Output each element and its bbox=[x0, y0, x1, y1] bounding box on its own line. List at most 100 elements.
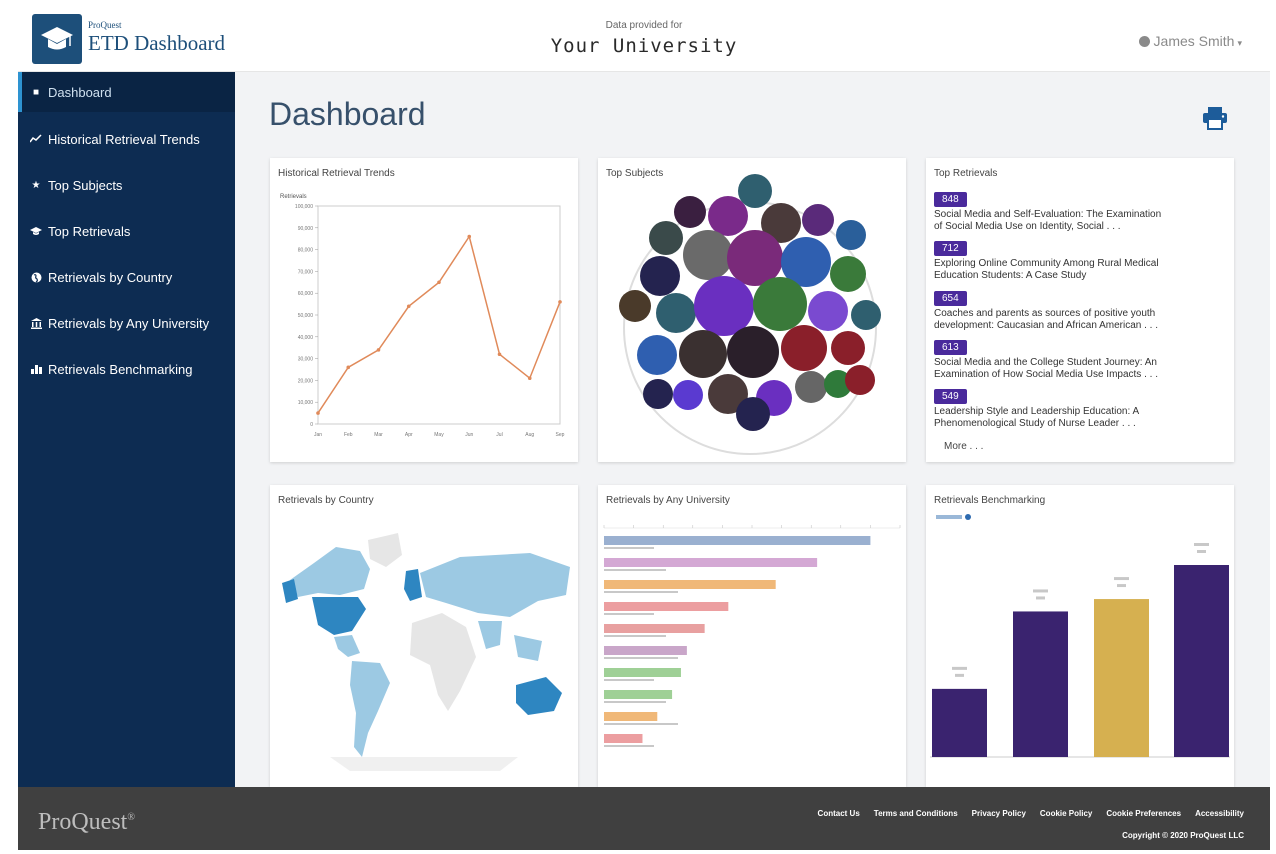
footer-link-cookie-preferences[interactable]: Cookie Preferences bbox=[1106, 809, 1181, 818]
retrievals-by-country-card[interactable]: Retrievals by Country bbox=[270, 485, 578, 787]
trend-line bbox=[317, 234, 561, 414]
university-bar bbox=[604, 646, 687, 655]
benchmark-bar bbox=[1174, 565, 1229, 757]
benchmark-bar-value bbox=[1197, 550, 1206, 553]
horizontal-bar-chart bbox=[603, 525, 901, 747]
subject-bubble bbox=[679, 330, 727, 378]
sidebar-item-label: Retrievals by Country bbox=[48, 269, 173, 285]
map-region-eurasia bbox=[420, 553, 570, 617]
dashboard-icon: ■ bbox=[32, 86, 40, 98]
retrieval-title-line: Exploring Online Community Among Rural M… bbox=[934, 258, 1159, 269]
footer-link-cookie-policy[interactable]: Cookie Policy bbox=[1040, 809, 1092, 818]
footer-link-contact[interactable]: Contact Us bbox=[818, 809, 860, 818]
retrieval-title-line: Social Media and the College Student Jou… bbox=[934, 357, 1157, 368]
sidebar-item-top-subjects[interactable]: ★ Top Subjects bbox=[18, 162, 235, 208]
more-link[interactable]: More . . . bbox=[944, 441, 983, 452]
university-bar-label bbox=[604, 657, 678, 659]
retrieval-item[interactable]: 654 Coaches and parents as sources of po… bbox=[934, 288, 1224, 332]
footer-link-terms[interactable]: Terms and Conditions bbox=[874, 809, 958, 818]
subject-bubble bbox=[656, 293, 696, 333]
page-title: Dashboard bbox=[269, 96, 426, 132]
sidebar-item-label: Historical Retrieval Trends bbox=[48, 131, 200, 147]
map-region-uk bbox=[404, 569, 422, 601]
retrieval-title-line: Coaches and parents as sources of positi… bbox=[934, 308, 1156, 319]
retrieval-title-line: Phenomenological Study of Nurse Leader .… bbox=[934, 418, 1136, 429]
x-tick-label: May bbox=[434, 432, 444, 438]
map-region-usa bbox=[312, 597, 366, 635]
benchmark-bar-value bbox=[955, 673, 964, 677]
retrieval-item[interactable]: 613 Social Media and the College Student… bbox=[934, 337, 1224, 381]
sidebar-item-retrievals-benchmarking[interactable]: Retrievals Benchmarking bbox=[18, 346, 235, 392]
subject-bubble bbox=[643, 379, 673, 409]
benchmark-bar bbox=[932, 688, 987, 757]
footer-links: Contact Us Terms and Conditions Privacy … bbox=[818, 809, 1244, 818]
benchmark-bar-chart bbox=[930, 514, 1230, 758]
user-name: James Smith bbox=[1153, 33, 1235, 49]
map-region-india bbox=[478, 621, 502, 649]
footer-brand: ProQuest® bbox=[38, 809, 135, 835]
trend-point bbox=[558, 300, 562, 304]
retrieval-count-badge: 654 bbox=[934, 291, 967, 306]
sidebar-item-historical-retrieval-trends[interactable]: Historical Retrieval Trends bbox=[18, 116, 235, 162]
university-icon bbox=[30, 317, 42, 329]
university-bar bbox=[604, 668, 681, 677]
retrieval-title-line: development: Caucasian and African Ameri… bbox=[934, 320, 1159, 331]
retrievals-by-university-card[interactable]: Retrievals by Any University bbox=[598, 485, 906, 787]
subject-bubble bbox=[637, 335, 677, 375]
sidebar-item-dashboard[interactable]: ■ Dashboard bbox=[18, 72, 235, 112]
historical-trends-card[interactable]: Historical Retrieval Trends Retrievals 0 1… bbox=[270, 158, 578, 462]
bubble-chart bbox=[619, 174, 881, 455]
university-bar-label bbox=[604, 547, 654, 549]
benchmark-bar-label bbox=[952, 666, 967, 670]
y-axis-label: Retrievals bbox=[280, 194, 307, 200]
retrieval-item[interactable]: 848 Social Media and Self-Evaluation: Th… bbox=[934, 189, 1224, 233]
subject-bubble bbox=[781, 325, 827, 371]
university-bar bbox=[604, 602, 729, 611]
subject-bubble bbox=[836, 220, 866, 250]
plot-frame bbox=[317, 205, 561, 425]
university-bar bbox=[604, 580, 776, 589]
benchmark-bar-value bbox=[1036, 596, 1045, 600]
subject-bubble bbox=[708, 196, 748, 236]
retrieval-item[interactable]: 549 Leadership Style and Leadership Educ… bbox=[934, 386, 1224, 430]
subject-bubble bbox=[851, 300, 881, 330]
subject-bubble bbox=[802, 204, 834, 236]
top-subjects-card[interactable]: Top Subjects bbox=[598, 158, 906, 462]
retrieval-title-line: Education Students: A Case Study bbox=[934, 270, 1087, 281]
card-title: Top Retrievals bbox=[934, 168, 998, 179]
y-tick-label: 0 bbox=[310, 422, 313, 428]
footer: ProQuest® Contact Us Terms and Condition… bbox=[18, 787, 1270, 850]
user-menu[interactable]: James Smith ▾ bbox=[1138, 33, 1242, 49]
subject-bubble bbox=[694, 276, 754, 336]
university-bar bbox=[604, 734, 643, 743]
trend-point bbox=[497, 352, 502, 357]
retrieval-item[interactable]: 712 Exploring Online Community Among Rur… bbox=[934, 238, 1224, 282]
footer-link-privacy[interactable]: Privacy Policy bbox=[972, 809, 1026, 818]
sidebar-item-retrievals-by-country[interactable]: Retrievals by Country bbox=[18, 254, 235, 300]
footer-link-accessibility[interactable]: Accessibility bbox=[1195, 809, 1244, 818]
map-region-australia bbox=[516, 677, 562, 715]
university-bar-label bbox=[604, 613, 654, 615]
university-bar bbox=[604, 624, 705, 633]
retrieval-count-badge: 613 bbox=[934, 340, 967, 355]
retrievals-benchmarking-card[interactable]: Retrievals Benchmarking bbox=[926, 485, 1234, 787]
trend-point bbox=[406, 304, 411, 309]
map-region-south-america bbox=[350, 661, 390, 757]
subject-bubble bbox=[640, 256, 680, 296]
user-icon bbox=[1138, 36, 1150, 47]
university-name: Your University bbox=[550, 35, 738, 57]
sidebar-item-retrievals-by-any-university[interactable]: Retrievals by Any University bbox=[18, 300, 235, 346]
print-button[interactable] bbox=[1202, 106, 1228, 130]
map-region-africa bbox=[410, 613, 476, 711]
subject-bubble bbox=[808, 291, 848, 331]
university-bar-label bbox=[604, 591, 678, 593]
trend-point bbox=[437, 280, 441, 285]
sidebar-item-label: Dashboard bbox=[48, 84, 112, 100]
trend-point bbox=[316, 411, 320, 415]
top-retrievals-card[interactable]: Top Retrievals 848 Social Media and Self… bbox=[926, 158, 1234, 462]
subject-bubble bbox=[753, 277, 807, 331]
subject-bubble bbox=[845, 365, 875, 395]
sidebar-item-top-retrievals[interactable]: Top Retrievals bbox=[18, 208, 235, 254]
sidebar-item-label: Top Retrievals bbox=[48, 223, 131, 239]
sidebar-item-label: Retrievals Benchmarking bbox=[48, 361, 193, 377]
